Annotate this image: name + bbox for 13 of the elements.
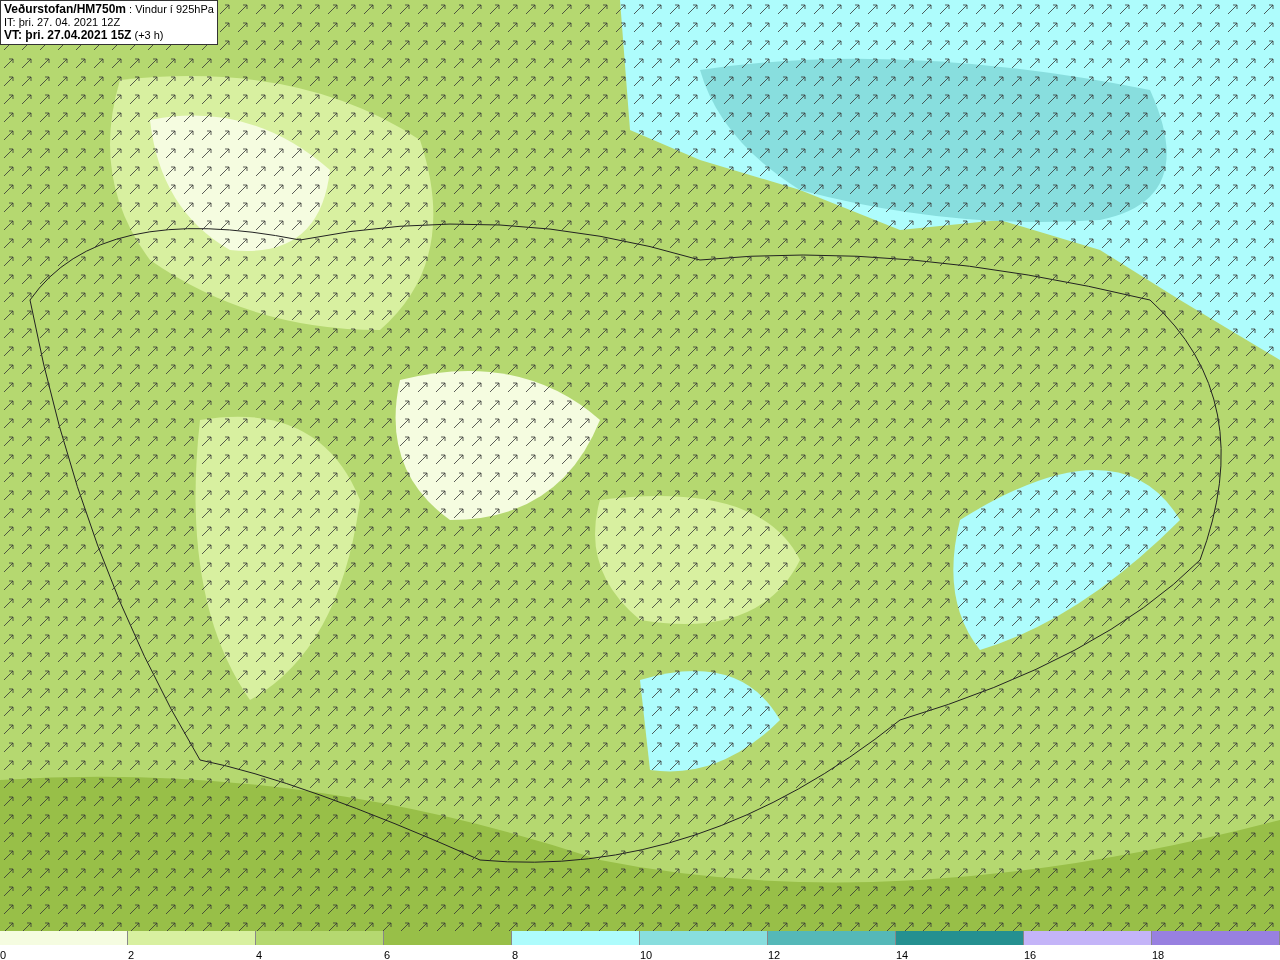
legend-label: 2 (128, 949, 135, 960)
title-line: Veðurstofan/HM750m : Vindur í 925hPa (4, 3, 214, 16)
legend-label: 6 (384, 949, 391, 960)
legend-label: 10 (640, 949, 653, 960)
title-line: IT: þri. 27. 04. 2021 12Z (4, 16, 122, 29)
legend-label: 4 (256, 949, 263, 960)
title-line: VT: þri. 27.04.2021 15Z (+3 h) (4, 29, 165, 42)
legend-label: 12 (768, 949, 781, 960)
legend-label: 8 (512, 949, 519, 960)
legend-label: 16 (1024, 949, 1037, 960)
legend-label: 18 (1152, 949, 1165, 960)
legend-label: 0 (0, 949, 7, 960)
legend-label: 14 (896, 949, 909, 960)
